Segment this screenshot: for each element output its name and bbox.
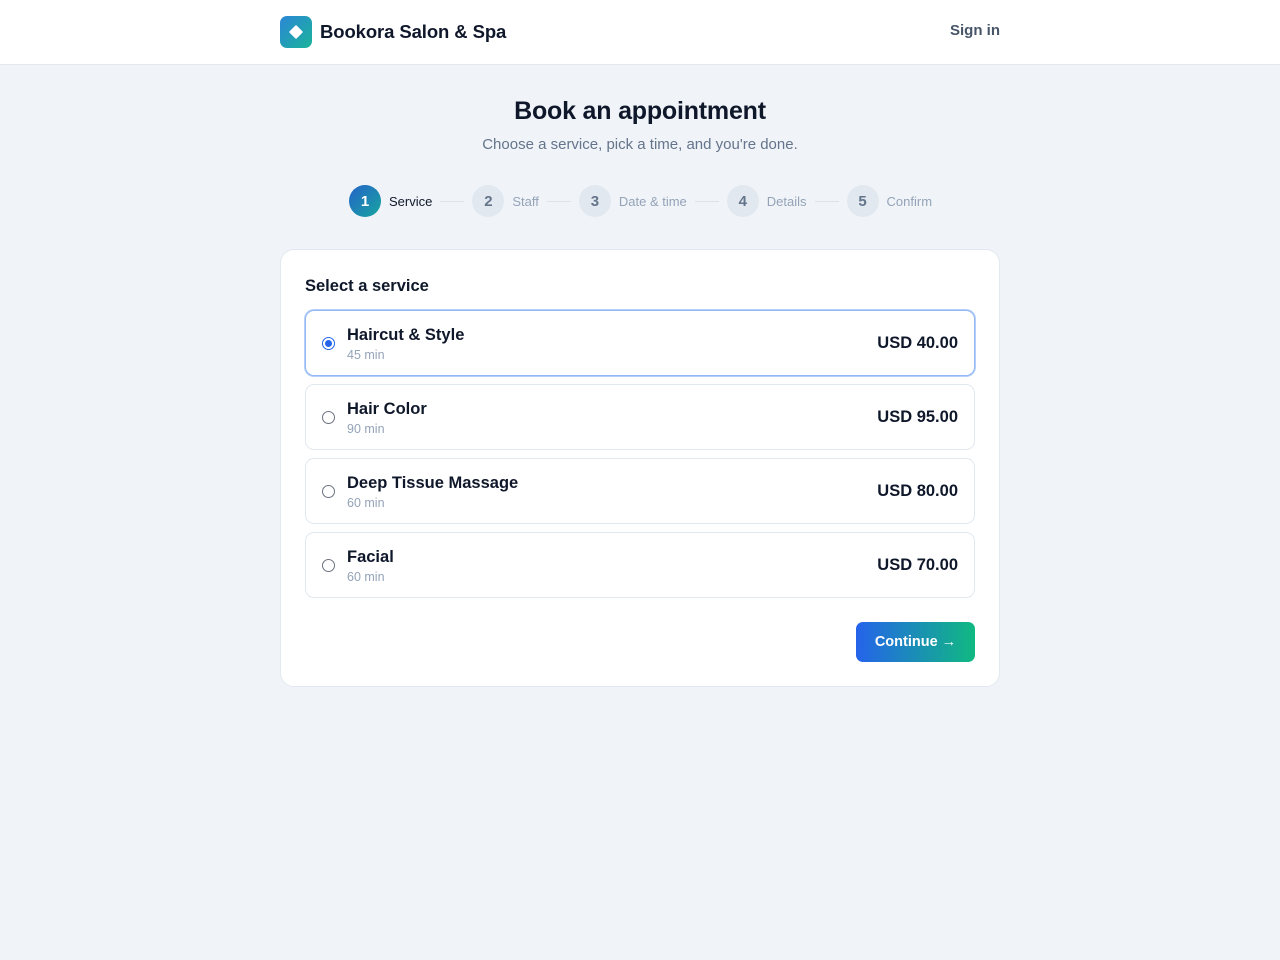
service-duration: 60 min <box>347 570 385 584</box>
service-name: Facial <box>347 548 394 566</box>
page-title: Book an appointment <box>514 97 766 125</box>
service-option-haircut-style[interactable]: Haircut & Style 45 min USD 40.00 <box>305 310 975 376</box>
service-price: USD 70.00 <box>877 556 958 574</box>
service-name: Haircut & Style <box>347 326 465 344</box>
brand-name: Bookora Salon & Spa <box>320 21 507 42</box>
service-option-hair-color[interactable]: Hair Color 90 min USD 95.00 <box>305 384 975 450</box>
step-number: 1 <box>349 185 381 217</box>
service-price: USD 40.00 <box>877 334 958 352</box>
service-name: Hair Color <box>347 400 427 418</box>
step-number: 2 <box>472 185 505 217</box>
step-label: Service <box>389 193 433 209</box>
step-number: 5 <box>846 185 879 217</box>
service-duration: 45 min <box>347 348 385 362</box>
service-radio[interactable] <box>322 411 335 424</box>
continue-button[interactable]: Continue → <box>856 622 975 662</box>
step-label: Date & time <box>618 193 687 209</box>
step-details: 4 Details <box>726 185 807 217</box>
service-name: Deep Tissue Massage <box>347 474 519 492</box>
brand[interactable]: Bookora Salon & Spa <box>280 16 506 48</box>
step-staff: 2 Staff <box>472 185 539 217</box>
step-label: Details <box>766 193 807 209</box>
step-number: 4 <box>726 185 759 217</box>
service-duration: 90 min <box>347 422 385 436</box>
service-price: USD 95.00 <box>877 408 958 426</box>
diamond-logo-icon <box>280 16 312 48</box>
service-selection-card: Select a service Haircut & Style 45 min … <box>280 249 1000 687</box>
page-subtitle: Choose a service, pick a time, and you'r… <box>482 136 798 153</box>
section-heading: Select a service <box>305 277 429 295</box>
service-option-facial[interactable]: Facial 60 min USD 70.00 <box>305 532 975 598</box>
step-connector <box>694 200 719 202</box>
step-date-time: 3 Date & time <box>578 185 687 217</box>
step-service: 1 Service <box>349 185 432 217</box>
step-confirm: 5 Confirm <box>846 185 933 217</box>
booking-stepper: 1 Service 2 Staff 3 Date & time 4 Detail… <box>349 185 932 217</box>
step-number: 3 <box>578 185 611 217</box>
step-connector <box>546 200 571 202</box>
service-radio[interactable] <box>322 337 335 350</box>
step-label: Confirm <box>886 193 933 209</box>
step-label: Staff <box>512 193 539 209</box>
arrow-right-icon: → <box>941 634 957 650</box>
service-option-deep-tissue-massage[interactable]: Deep Tissue Massage 60 min USD 80.00 <box>305 458 975 524</box>
service-radio[interactable] <box>322 559 335 572</box>
top-bar: Bookora Salon & Spa Sign in <box>0 0 1280 65</box>
service-duration: 60 min <box>347 496 385 510</box>
continue-label: Continue <box>874 634 938 650</box>
step-connector <box>440 200 465 202</box>
service-radio[interactable] <box>322 485 335 498</box>
page-hero: Book an appointment Choose a service, pi… <box>0 97 1280 153</box>
step-connector <box>814 200 839 202</box>
service-price: USD 80.00 <box>877 482 958 500</box>
sign-in-link[interactable]: Sign in <box>950 22 1000 39</box>
